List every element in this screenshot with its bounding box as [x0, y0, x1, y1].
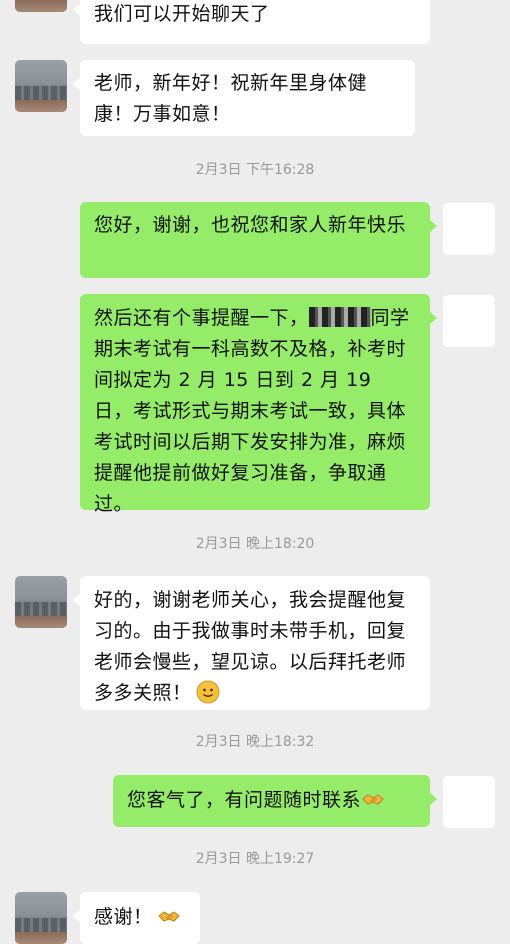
handshake-emoji-icon — [157, 911, 180, 922]
timestamp: 2月3日 晚上18:32 — [195, 734, 315, 750]
message-text: 您好，谢谢，也祝您和家人新年快乐 — [94, 214, 407, 236]
message-text: 然后还有个事提醒一下， — [94, 307, 309, 329]
message-text: 好的，谢谢老师关心，我会提醒他复习的。由于我做事时未带手机，回复老师会慢些，望见… — [94, 589, 407, 704]
outgoing-message[interactable]: 您好，谢谢，也祝您和家人新年快乐 — [80, 202, 437, 278]
contact-avatar[interactable] — [15, 892, 67, 944]
outgoing-message[interactable]: 然后还有个事提醒一下， 同学期末考试有一科高数不及格，补考时间拟定为 2 月 15… — [80, 294, 437, 515]
contact-avatar[interactable] — [15, 0, 67, 12]
message-text: 老师，新年好！祝新年里身体健康！万事如意！ — [94, 72, 368, 125]
message-text: 感谢！ — [94, 906, 153, 928]
timestamp: 2月3日 晚上19:27 — [195, 851, 315, 867]
contact-avatar[interactable] — [15, 576, 67, 628]
incoming-message[interactable]: 老师，新年好！祝新年里身体健康！万事如意！ — [73, 60, 415, 136]
timestamp: 2月3日 下午16:28 — [195, 162, 315, 178]
contact-avatar[interactable] — [15, 60, 67, 112]
timestamp: 2月3日 晚上18:20 — [195, 536, 315, 552]
self-avatar[interactable] — [443, 776, 495, 828]
incoming-message[interactable]: 好的，谢谢老师关心，我会提醒他复习的。由于我做事时未带手机，回复老师会慢些，望见… — [73, 576, 430, 710]
message-text: 您客气了，有问题随时联系 — [127, 789, 362, 811]
self-avatar[interactable] — [443, 295, 495, 347]
self-avatar[interactable] — [443, 203, 495, 255]
incoming-message[interactable]: 感谢！ — [73, 892, 200, 944]
handshake-emoji-icon — [362, 794, 384, 805]
incoming-message[interactable]: 我们可以开始聊天了 — [73, 0, 430, 44]
message-text: 同学期末考试有一科高数不及格，补考时间拟定为 2 月 15 日到 2 月 19 … — [94, 307, 410, 515]
smile-emoji-icon — [196, 680, 220, 704]
redacted-name — [308, 307, 371, 327]
message-text: 我们可以开始聊天了 — [94, 3, 270, 25]
outgoing-message[interactable]: 您客气了，有问题随时联系 — [113, 775, 437, 827]
